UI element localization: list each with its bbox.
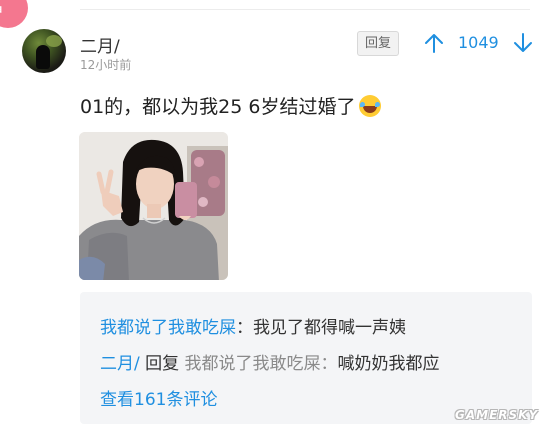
laughing-emoji-icon (359, 95, 382, 117)
reply-word: 回复 (145, 354, 180, 374)
avatar[interactable] (22, 29, 66, 73)
reply-text: 喊奶奶我都应 (337, 354, 440, 374)
comment-text: 01的，都以为我25 6岁结过婚了 (80, 96, 356, 118)
god-comment-badge: 神 (0, 0, 28, 28)
reply-item: 我都说了我敢吃屎：我见了都得喊一声姨 (100, 313, 406, 338)
arrow-down-icon[interactable] (512, 32, 534, 54)
reply-item: 二月/ 回复 我都说了我敢吃屎：喊奶奶我都应 (100, 349, 440, 374)
reply-author[interactable]: 二月/ (100, 354, 140, 374)
badge-label: 神 (0, 2, 2, 18)
reply-separator: ： (320, 354, 338, 374)
comment-timestamp: 12小时前 (80, 58, 132, 72)
vote-count: 1049 (458, 33, 499, 52)
avatar-figure (36, 45, 50, 69)
reply-text: 我见了都得喊一声姨 (253, 318, 406, 338)
watermark-logo: GAMERSKY (455, 408, 539, 422)
reply-button[interactable]: 回复 (357, 31, 399, 56)
reply-target[interactable]: 我都说了我敢吃屎 (185, 354, 321, 374)
reply-author[interactable]: 我都说了我敢吃屎 (100, 318, 236, 338)
arrow-up-icon[interactable] (423, 32, 445, 54)
comment-photo[interactable] (79, 132, 228, 280)
comment-body: 01的，都以为我25 6岁结过婚了 (80, 92, 382, 119)
top-divider (80, 9, 530, 10)
avatar-leaf (46, 35, 62, 47)
reply-separator: ： (236, 318, 253, 338)
comment-username[interactable]: 二月/ (80, 32, 120, 57)
view-more-replies-link[interactable]: 查看161条评论 (100, 385, 217, 410)
photo-illustration (79, 132, 228, 280)
